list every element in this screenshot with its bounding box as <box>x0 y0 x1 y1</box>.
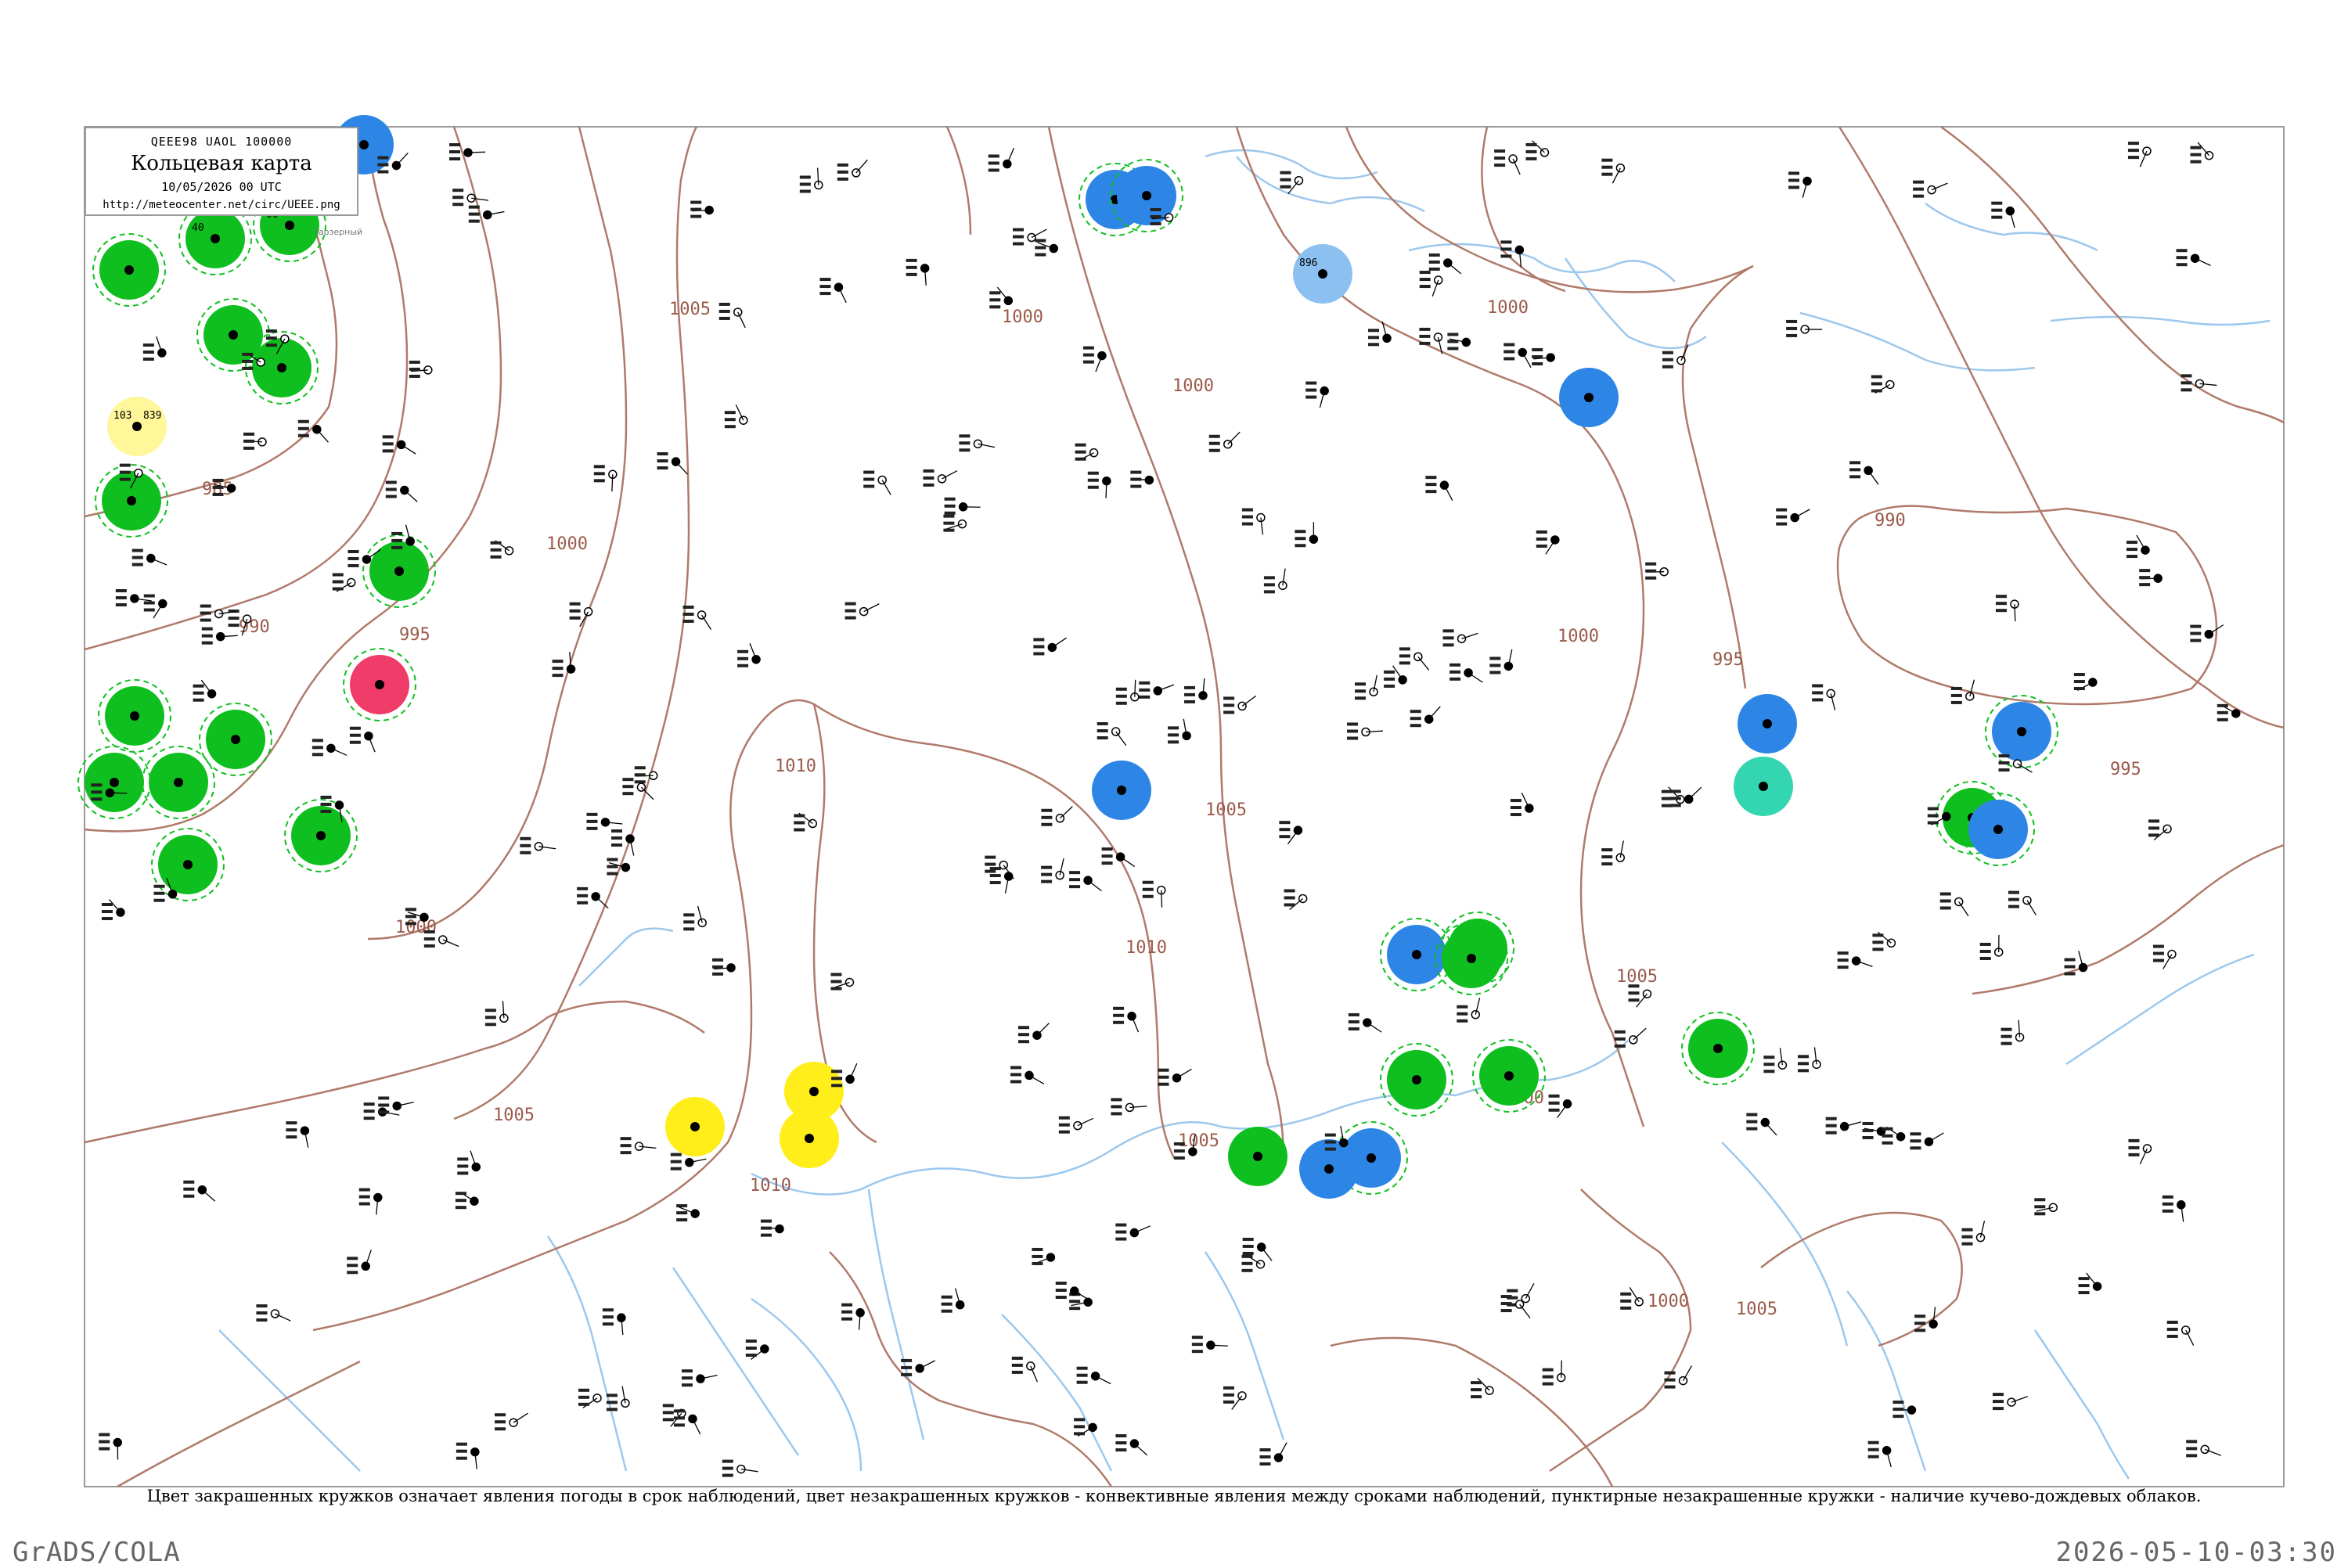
map-footnote: Цвет закрашенных кружков означает явлени… <box>0 1487 2348 1505</box>
station-marker <box>1473 1040 1545 1112</box>
station-marker <box>665 1097 725 1156</box>
isobar-label: 1000 <box>546 534 588 554</box>
station-dot <box>1759 782 1768 791</box>
isobar-label: 1000 <box>1558 627 1599 646</box>
station-dot <box>1253 1152 1262 1161</box>
footer-software: GrADS/COLA <box>13 1537 181 1568</box>
isobar-label: 1005 <box>493 1106 535 1125</box>
station-marker <box>1682 1012 1754 1084</box>
station-dot <box>1318 269 1327 279</box>
station-dot <box>1713 1044 1723 1053</box>
station-marker: 896 <box>1293 244 1352 304</box>
station-marker <box>1092 761 1151 820</box>
isobar-label: 1005 <box>1205 800 1247 820</box>
station-dot <box>2017 727 2026 736</box>
station-marker <box>1734 757 1793 816</box>
isobar-label: 1005 <box>1616 967 1658 987</box>
map-legend: QEEE98 UAOL 100000 Кольцевая карта 10/05… <box>85 127 358 216</box>
station-pressure: 839 <box>143 410 161 422</box>
station-marker <box>78 746 150 818</box>
station-dot <box>1117 786 1126 795</box>
station-dot <box>1367 1153 1376 1163</box>
station-marker <box>1381 1044 1453 1116</box>
station-marker <box>1986 696 2058 768</box>
station-marker <box>1559 368 1619 427</box>
isobar-label: 990 <box>1874 511 1906 530</box>
station-dot <box>110 778 119 787</box>
legend-datetime: 10/05/2026 00 UTC <box>86 180 357 194</box>
station-marker <box>99 680 171 752</box>
weather-map: 985 990 995 1000 1005 1010 1000 1005 100… <box>0 0 2348 1565</box>
station-marker <box>246 332 318 404</box>
isobar-label: 1000 <box>1648 1292 1689 1311</box>
station-dot <box>229 330 238 340</box>
isobar-label: 1005 <box>1178 1131 1219 1151</box>
station-dot <box>211 234 220 243</box>
station-dot <box>124 265 134 275</box>
isobar-label: 1000 <box>395 918 437 937</box>
station-marker <box>780 1109 839 1168</box>
station-dot <box>127 496 136 505</box>
isobar-label: 1005 <box>1736 1300 1777 1319</box>
station-dot <box>1504 1071 1514 1081</box>
station-marker <box>152 829 224 901</box>
station-temp: 103 <box>113 410 131 422</box>
station-name: Заозерный <box>313 227 362 237</box>
legend-url: http://meteocenter.net/circ/UEEE.png <box>86 199 357 211</box>
station-marker <box>93 234 165 306</box>
station-dot <box>809 1087 819 1096</box>
station-dot <box>1584 393 1594 402</box>
station-dot <box>132 422 142 431</box>
station-marker <box>363 535 435 607</box>
station-dot <box>394 566 404 576</box>
station-marker <box>200 703 272 775</box>
isobar-label: 1010 <box>775 757 816 776</box>
station-marker <box>95 465 167 537</box>
station-marker: 103 839 <box>107 397 167 456</box>
isobar-label: 995 <box>1712 650 1744 670</box>
footer-timestamp: 2026-05-10-03:30 <box>2055 1537 2337 1568</box>
station-dot <box>277 363 286 372</box>
station-marker <box>1738 694 1797 753</box>
station-marker <box>1435 922 1507 994</box>
legend-code: QEEE98 UAOL 100000 <box>86 135 357 149</box>
isobar-label: 1010 <box>750 1176 791 1196</box>
station-dot <box>1412 950 1421 959</box>
station-temp: 896 <box>1299 257 1317 269</box>
station-dot <box>231 735 240 744</box>
station-dot <box>1324 1164 1334 1174</box>
station-dot <box>285 221 294 230</box>
station-marker <box>1228 1127 1287 1186</box>
station-dot <box>359 140 369 149</box>
station-dot <box>805 1134 814 1143</box>
isobar-label: 1010 <box>1125 938 1167 958</box>
station-dot <box>1467 954 1476 963</box>
legend-title: Кольцевая карта <box>86 152 357 175</box>
station-dot <box>1993 825 2003 834</box>
station-marker <box>344 649 416 721</box>
station-dot <box>174 778 183 787</box>
station-dot <box>183 860 193 869</box>
station-dot <box>130 711 139 721</box>
isobar-label: 1005 <box>669 300 711 319</box>
station-dot <box>1142 191 1151 200</box>
isobar-label: 995 <box>399 625 430 645</box>
station-dot <box>1763 719 1772 728</box>
station-marker <box>1962 793 2034 865</box>
station-dot <box>690 1122 700 1131</box>
station-dot <box>375 680 384 689</box>
station-dot <box>316 831 326 840</box>
station-temp: 40 <box>192 222 204 234</box>
isobar-label: 995 <box>2110 760 2141 779</box>
station-dot <box>1412 1075 1421 1084</box>
